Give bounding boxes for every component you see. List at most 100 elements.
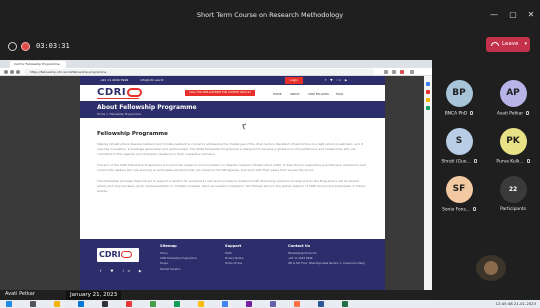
- participant-name-text: Shruti (Gue...: [441, 159, 471, 165]
- social-icons[interactable]: f ♥ in ▶: [325, 76, 349, 85]
- footer-logo-text: CDRI: [99, 250, 121, 259]
- footer-link[interactable]: Submit Solution: [160, 268, 197, 271]
- back-icon[interactable]: [4, 70, 8, 74]
- taskbar-app-icon[interactable]: [126, 301, 132, 307]
- email-link[interactable]: info@cdri.world: [140, 76, 163, 85]
- footer-link[interactable]: CDRI Fellowship Programme: [160, 257, 197, 260]
- contact-email[interactable]: fellowship@cdri.world: [288, 252, 380, 255]
- restore-icon[interactable]: ▢: [505, 0, 521, 30]
- menu-home[interactable]: HOME: [273, 92, 282, 96]
- sidebar-app-icon[interactable]: [426, 98, 430, 102]
- menu-faqs[interactable]: FAQS: [336, 92, 343, 96]
- taskbar-app-icon[interactable]: [270, 301, 276, 307]
- apply-cta-button[interactable]: CALL FOR APPLICATIONS FOR COHORT 2023-24: [185, 90, 255, 96]
- meeting-timer: 03:03:31: [36, 42, 70, 50]
- support-title: Support: [225, 244, 242, 248]
- footer-link[interactable]: Scope: [160, 262, 197, 265]
- taskbar-app-icon[interactable]: [342, 301, 348, 307]
- browser-side-rail: [424, 76, 432, 290]
- taskbar-clock[interactable]: 12:45:48 21-01-2023: [496, 300, 536, 308]
- forward-icon[interactable]: [10, 70, 14, 74]
- avatar: AP: [499, 80, 527, 107]
- profile-icon[interactable]: [410, 70, 414, 74]
- contact-title: Contact Us: [288, 244, 310, 248]
- menu-about[interactable]: ABOUT: [290, 92, 300, 96]
- page-title: About Fellowship Programme: [97, 104, 197, 111]
- taskbar-app-icon[interactable]: [198, 301, 204, 307]
- shared-date-label: January 21, 2023: [66, 291, 122, 300]
- meeting-toolbar: 03:03:31 Take controlPop outChatPeopleRe…: [0, 30, 540, 84]
- taskbar-app-icon[interactable]: [150, 301, 156, 307]
- phone-text: +91 11 4044 5999: [100, 78, 129, 82]
- participant-tile[interactable]: S Shruti (Gue...: [432, 128, 486, 165]
- reload-icon[interactable]: [16, 70, 20, 74]
- browser-address-bar: https://fellowship.cdri.world/fellowship…: [0, 68, 432, 76]
- taskbar-app-icon[interactable]: [102, 301, 108, 307]
- participant-name: Sonia Fons...: [432, 207, 486, 213]
- section-title: Fellowship Programme: [97, 131, 168, 137]
- participant-name-text: Participants: [500, 207, 526, 212]
- footer-link[interactable]: Home: [160, 252, 197, 255]
- participant-tile[interactable]: SF Sonia Fons...: [432, 176, 486, 213]
- paragraph: The Fellowship provides financial aid to…: [97, 179, 365, 193]
- taskbar-app-icon[interactable]: [174, 301, 180, 307]
- participant-name: Avati Petkar: [486, 111, 540, 117]
- taskbar-app-icon[interactable]: [6, 301, 12, 307]
- participant-video[interactable]: [476, 255, 506, 281]
- footer-link[interactable]: Privacy Notice: [225, 257, 244, 260]
- footer-link[interactable]: FAQS: [225, 252, 244, 255]
- taskbar-app-icon[interactable]: [54, 301, 60, 307]
- windows-taskbar: 12:45:48 21-01-2023: [0, 300, 540, 308]
- sidebar-app-icon[interactable]: [426, 90, 430, 94]
- footer-social-icons[interactable]: f ♥ in ▶: [100, 269, 146, 273]
- login-button[interactable]: Login: [285, 77, 303, 84]
- avatar: BP: [445, 80, 473, 107]
- taskbar-app-icon[interactable]: [78, 301, 84, 307]
- chevron-down-icon[interactable]: ▾: [524, 37, 527, 52]
- participant-tile[interactable]: BP BNCA PhD: [432, 80, 486, 117]
- menu-cdri-fellows[interactable]: CDRI FELLOWS: [308, 92, 329, 96]
- taskbar-app-icon[interactable]: [318, 301, 324, 307]
- cdri-logo[interactable]: CDRI: [97, 87, 143, 99]
- mic-off-icon: [473, 159, 477, 163]
- cdri-website: +91 11 4044 5999 info@cdri.world Login f…: [80, 76, 385, 290]
- shield-icon: [8, 41, 17, 51]
- sidebar-app-icon[interactable]: [426, 82, 430, 86]
- sidebar-app-icon[interactable]: [426, 106, 430, 110]
- url-field[interactable]: https://fellowship.cdri.world/fellowship…: [24, 69, 374, 75]
- avatar: PK: [499, 128, 527, 155]
- participant-name: Purva Kulk...: [486, 159, 540, 165]
- mic-off-icon: [526, 159, 530, 163]
- phone-icon: [491, 41, 499, 46]
- participant-name: Shruti (Gue...: [432, 159, 486, 165]
- browser-tab[interactable]: Call for Fellowship Programme: [10, 61, 66, 68]
- avatar: 22: [499, 176, 527, 203]
- logo-mark-icon: [127, 87, 143, 97]
- taskbar-app-icon[interactable]: [246, 301, 252, 307]
- extension-icon[interactable]: [392, 70, 396, 74]
- participant-tile[interactable]: AP Avati Petkar: [486, 80, 540, 117]
- browser-tab-strip: Call for Fellowship Programme: [0, 60, 432, 68]
- avatar: SF: [445, 176, 473, 203]
- close-icon[interactable]: ✕: [523, 0, 539, 30]
- breadcrumb[interactable]: Home > Fellowship Programme: [97, 112, 141, 116]
- footer-logo[interactable]: CDRI: [97, 248, 139, 262]
- video-face: [484, 261, 498, 275]
- footer-link[interactable]: Terms Of Use: [225, 262, 244, 265]
- participant-name-text: Avati Petkar: [496, 111, 524, 117]
- participant-tile[interactable]: PK Purva Kulk...: [486, 128, 540, 165]
- taskbar-app-icon[interactable]: [294, 301, 300, 307]
- site-top-strip: +91 11 4044 5999 info@cdri.world Login f…: [80, 76, 385, 85]
- taskbar-app-icon[interactable]: [30, 301, 36, 307]
- extension-icon[interactable]: [400, 70, 404, 74]
- mic-off-icon: [470, 111, 474, 115]
- minimize-icon[interactable]: —: [486, 0, 502, 30]
- site-nav: CDRI CALL FOR APPLICATIONS FOR COHORT 20…: [80, 85, 385, 101]
- leave-button[interactable]: Leave ▾: [486, 37, 530, 52]
- window-title: Short Term Course on Research Methodolog…: [196, 11, 344, 19]
- taskbar-app-icon[interactable]: [222, 301, 228, 307]
- participant-tile[interactable]: 22 Participants: [486, 176, 540, 212]
- clock-date: 21-01-2023: [513, 301, 536, 306]
- extension-icon[interactable]: [384, 70, 388, 74]
- title-bar: Short Term Course on Research Methodolog…: [0, 0, 540, 30]
